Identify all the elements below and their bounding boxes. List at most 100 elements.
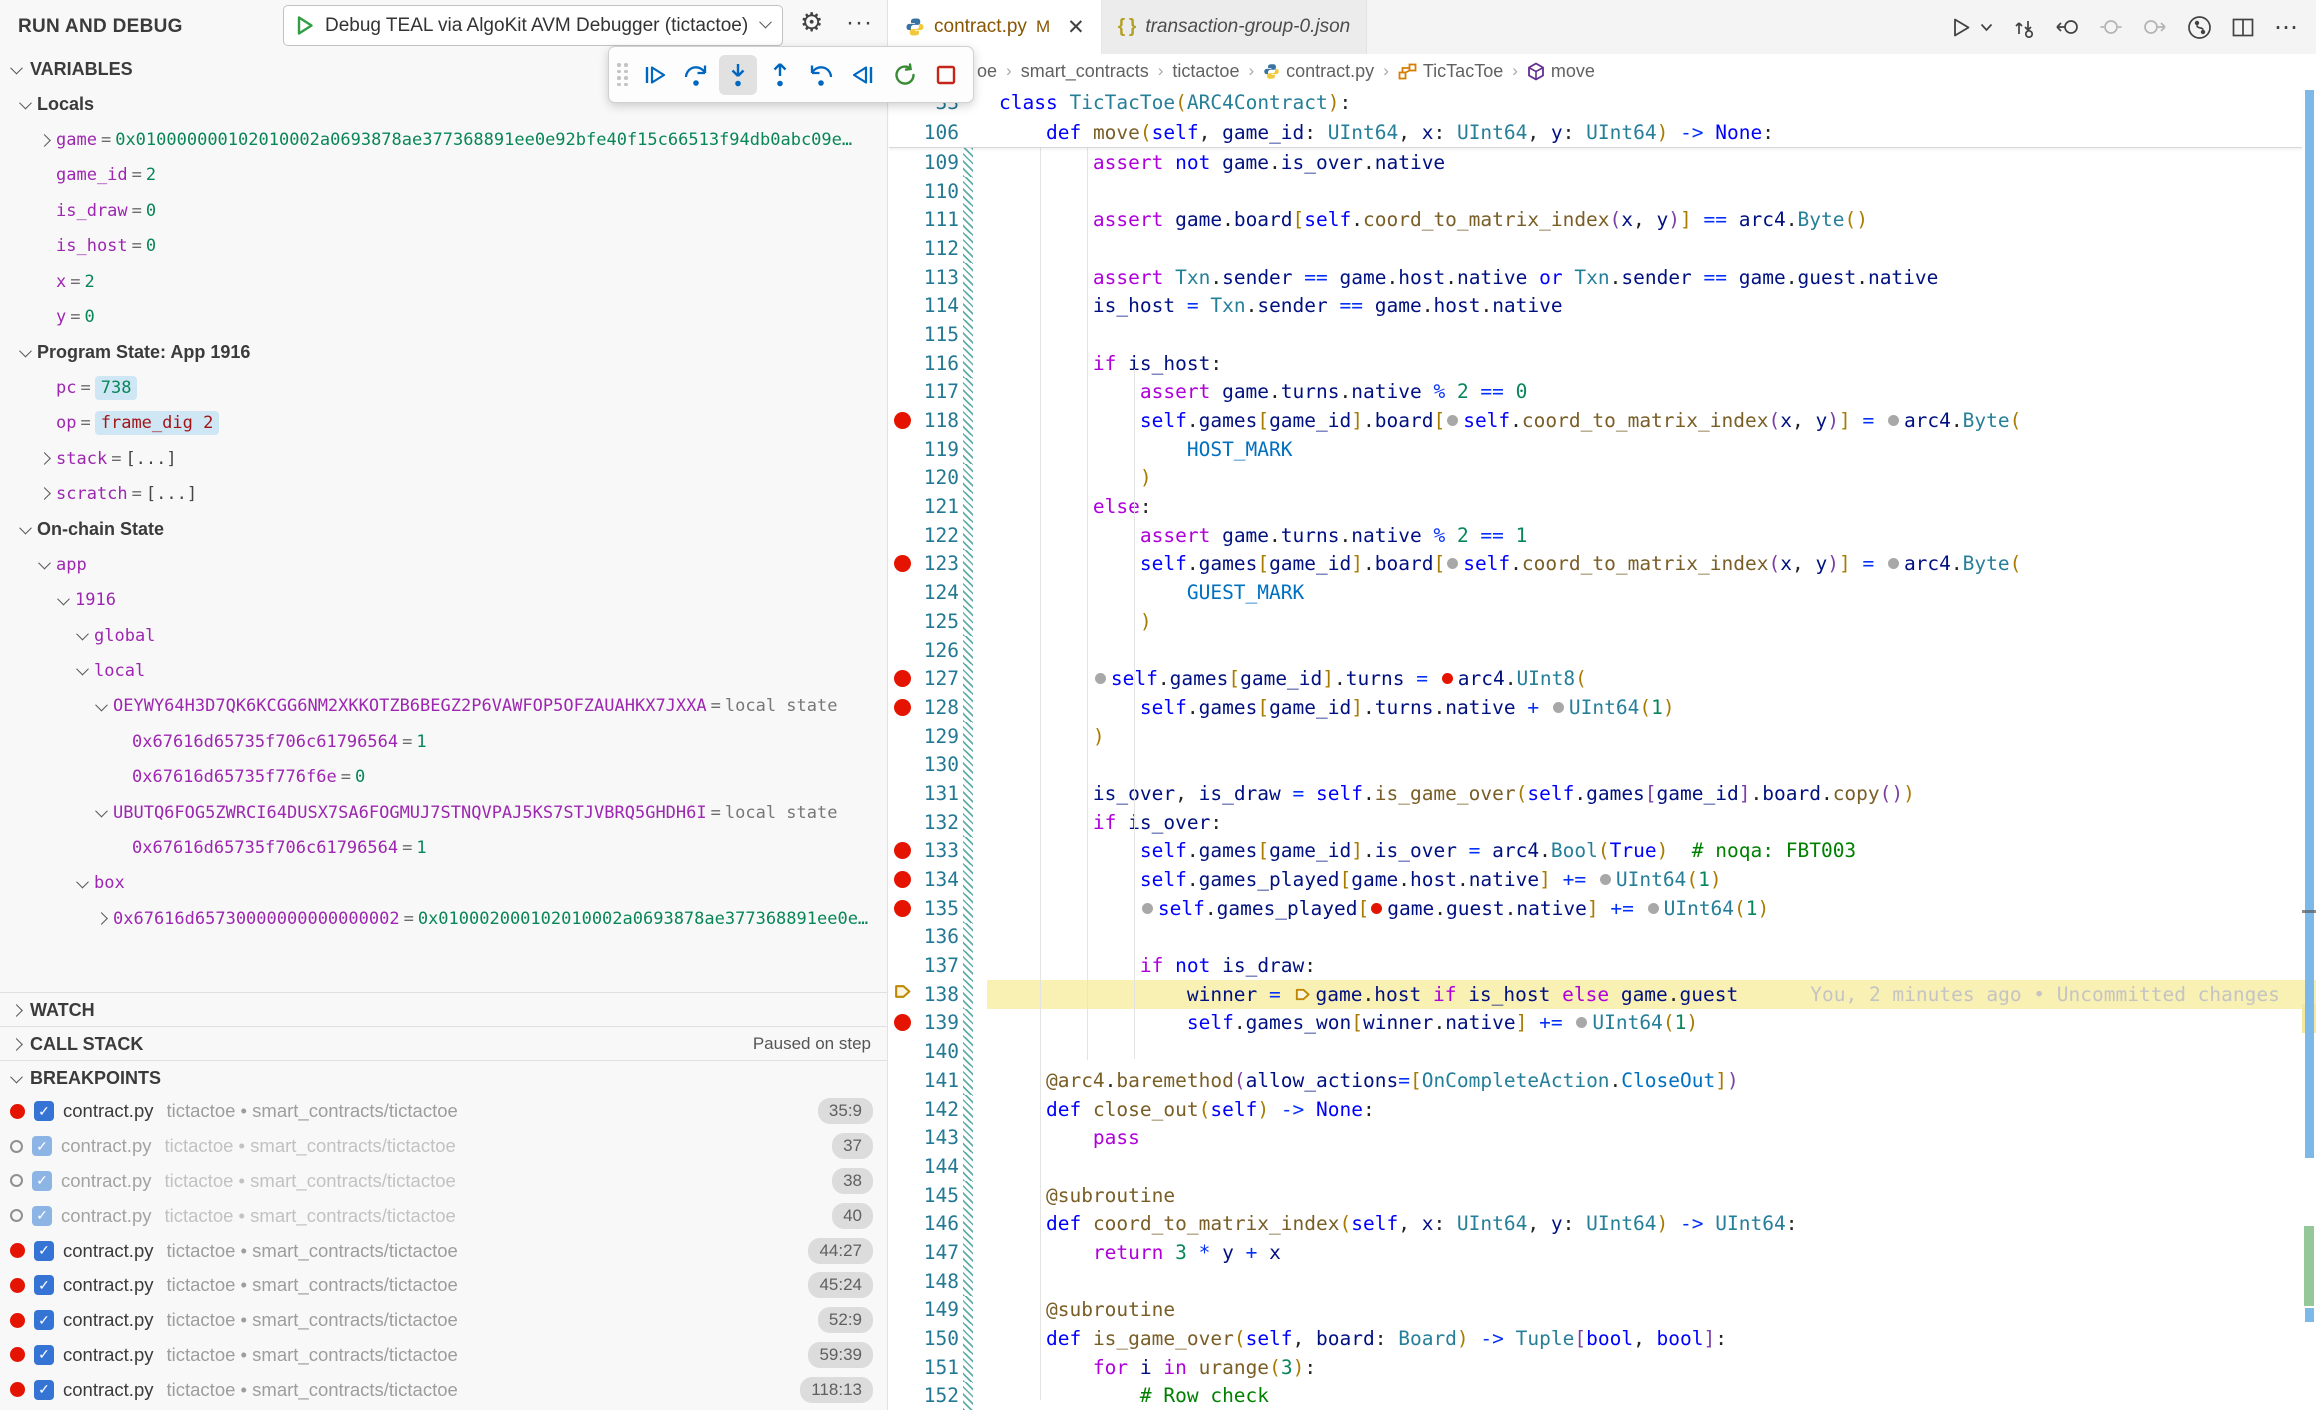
call-stack-section-header[interactable]: CALL STACK Paused on step xyxy=(0,1026,887,1061)
breakpoint-row[interactable]: ✓contract.pytictactoe • smart_contracts/… xyxy=(0,1338,887,1373)
step-out-button[interactable] xyxy=(761,55,799,95)
variable-row[interactable]: pc=738 xyxy=(0,370,887,405)
continue-button[interactable] xyxy=(636,55,674,95)
watch-section-header[interactable]: WATCH xyxy=(0,992,887,1027)
breakpoint-checkbox[interactable]: ✓ xyxy=(34,1380,54,1400)
code-text[interactable]: self.games_played[game.host.native] += U… xyxy=(987,865,2316,894)
code-text[interactable]: ) xyxy=(987,464,2316,493)
stop-button[interactable] xyxy=(927,55,965,95)
breakpoint-row[interactable]: ✓contract.pytictactoe • smart_contracts/… xyxy=(0,1198,887,1233)
breakpoint-gutter[interactable] xyxy=(889,982,915,1006)
code-text[interactable]: pass xyxy=(987,1123,2316,1152)
variable-row[interactable]: UBUTQ6FOG5ZWRCI64DUSX7SA6FOGMUJ7STNQVPAJ… xyxy=(0,795,887,830)
variable-row[interactable]: y=0 xyxy=(0,299,887,334)
variable-row[interactable]: is_draw=0 xyxy=(0,193,887,228)
breakpoint-checkbox[interactable]: ✓ xyxy=(34,1310,54,1330)
variables-group-header[interactable]: Program State: App 1916 xyxy=(0,335,887,370)
debug-config-dropdown[interactable]: Debug TEAL via AlgoKit AVM Debugger (tic… xyxy=(283,5,783,46)
code-text[interactable]: assert game.turns.native % 2 == 1 xyxy=(987,521,2316,550)
code-text[interactable]: if is_host: xyxy=(987,349,2316,378)
variable-row[interactable]: 0x67616d65730000000000000002=0x010002000… xyxy=(0,901,887,936)
code-text[interactable]: def close_out(self) -> None: xyxy=(987,1095,2316,1124)
code-text[interactable]: self.games[game_id].turns = arc4.UInt8( xyxy=(987,664,2316,693)
code-text[interactable]: @arc4.baremethod(allow_actions=[OnComple… xyxy=(987,1066,2316,1095)
code-text[interactable] xyxy=(987,636,2316,665)
open-changes-icon[interactable] xyxy=(2013,16,2035,39)
code-text[interactable]: is_over, is_draw = self.is_game_over(sel… xyxy=(987,779,2316,808)
restart-button[interactable] xyxy=(886,55,924,95)
code-text[interactable] xyxy=(987,320,2316,349)
code-text[interactable] xyxy=(987,750,2316,779)
code-text[interactable]: # Row check xyxy=(987,1382,2316,1410)
breakpoint-gutter[interactable] xyxy=(889,900,915,917)
code-text[interactable]: assert game.turns.native % 2 == 0 xyxy=(987,378,2316,407)
code-text[interactable]: self.games_played[game.guest.native] += … xyxy=(987,894,2316,923)
code-text[interactable]: for i in urange(3): xyxy=(987,1353,2316,1382)
code-text[interactable]: self.games[game_id].board[self.coord_to_… xyxy=(987,550,2316,579)
code-text[interactable]: is_host = Txn.sender == game.host.native xyxy=(987,291,2316,320)
code-text[interactable]: @subroutine xyxy=(987,1296,2316,1325)
variable-row[interactable]: 0x67616d65735f706c61796564=1 xyxy=(0,724,887,759)
breakpoint-checkbox[interactable]: ✓ xyxy=(32,1136,52,1156)
code-text[interactable]: assert Txn.sender == game.host.native or… xyxy=(987,263,2316,292)
code-text[interactable]: else: xyxy=(987,492,2316,521)
breadcrumb-item-tictactoe[interactable]: TicTacToe xyxy=(1398,61,1503,82)
code-editor[interactable]: 109 assert not game.is_over.native110111… xyxy=(889,148,2316,1410)
more-actions-icon[interactable]: ··· xyxy=(846,9,873,37)
variable-row[interactable]: 1916 xyxy=(0,582,887,617)
breakpoint-row[interactable]: ✓contract.pytictactoe • smart_contracts/… xyxy=(0,1268,887,1303)
variable-row[interactable]: is_host=0 xyxy=(0,229,887,264)
code-text[interactable]: GUEST_MARK xyxy=(987,578,2316,607)
code-text[interactable]: self.games[game_id].is_over = arc4.Bool(… xyxy=(987,837,2316,866)
breakpoint-gutter[interactable] xyxy=(889,670,915,687)
run-python-file-button[interactable] xyxy=(1951,17,1972,38)
step-back-button[interactable] xyxy=(803,55,841,95)
step-into-button[interactable] xyxy=(719,55,757,95)
breakpoint-checkbox[interactable]: ✓ xyxy=(32,1171,52,1191)
breadcrumb-item-smart-contracts[interactable]: smart_contracts xyxy=(1021,61,1149,82)
breakpoint-row[interactable]: ✓contract.pytictactoe • smart_contracts/… xyxy=(0,1094,887,1129)
code-text[interactable]: def is_game_over(self, board: Board) -> … xyxy=(987,1324,2316,1353)
split-editor-button[interactable] xyxy=(2232,18,2254,37)
code-text[interactable]: HOST_MARK xyxy=(987,435,2316,464)
code-text[interactable]: return 3 * y + x xyxy=(987,1238,2316,1267)
code-text[interactable]: self.games_won[winner.native] += UInt64(… xyxy=(987,1009,2316,1038)
variable-row[interactable]: box xyxy=(0,866,887,901)
breakpoint-row[interactable]: ✓contract.pytictactoe • smart_contracts/… xyxy=(0,1372,887,1407)
breakpoint-gutter[interactable] xyxy=(889,555,915,572)
variable-row[interactable]: 0x67616d65735f776f6e=0 xyxy=(0,759,887,794)
breakpoint-gutter[interactable] xyxy=(889,1014,915,1031)
breadcrumb-item-contract-py[interactable]: contract.py xyxy=(1263,61,1374,82)
variable-row[interactable]: global xyxy=(0,618,887,653)
variable-row[interactable]: x=2 xyxy=(0,264,887,299)
breakpoint-checkbox[interactable]: ✓ xyxy=(32,1206,52,1226)
variable-row[interactable]: local xyxy=(0,653,887,688)
code-text[interactable] xyxy=(987,234,2316,263)
variable-row[interactable]: op=frame_dig 2 xyxy=(0,406,887,441)
breakpoint-row[interactable]: ✓contract.pytictactoe • smart_contracts/… xyxy=(0,1233,887,1268)
variable-row[interactable]: scratch=[...] xyxy=(0,476,887,511)
code-text[interactable] xyxy=(987,177,2316,206)
breakpoint-checkbox[interactable]: ✓ xyxy=(34,1275,54,1295)
gear-icon[interactable]: ⚙ xyxy=(800,7,823,38)
code-text[interactable] xyxy=(987,923,2316,952)
breakpoint-gutter[interactable] xyxy=(889,412,915,429)
breakpoint-gutter[interactable] xyxy=(889,842,915,859)
variable-row[interactable]: app xyxy=(0,547,887,582)
variable-row[interactable]: game=0x010000000102010002a0693878ae37736… xyxy=(0,122,887,157)
code-text[interactable]: assert not game.is_over.native xyxy=(987,148,2316,177)
previous-change-icon[interactable] xyxy=(2055,18,2080,36)
current-change-icon[interactable] xyxy=(2100,18,2122,36)
code-text[interactable]: if is_over: xyxy=(987,808,2316,837)
code-text[interactable]: if not is_draw: xyxy=(987,951,2316,980)
breakpoint-gutter[interactable] xyxy=(889,699,915,716)
code-text[interactable] xyxy=(987,1267,2316,1296)
code-text[interactable]: def coord_to_matrix_index(self, x: UInt6… xyxy=(987,1209,2316,1238)
code-text[interactable]: self.games[game_id].turns.native + UInt6… xyxy=(987,693,2316,722)
code-text[interactable]: def move(self, game_id: UInt64, x: UInt6… xyxy=(987,118,2302,148)
code-text[interactable]: assert game.board[self.coord_to_matrix_i… xyxy=(987,205,2316,234)
variable-row[interactable]: game_id=2 xyxy=(0,158,887,193)
breakpoint-row[interactable]: ✓contract.pytictactoe • smart_contracts/… xyxy=(0,1303,887,1338)
step-over-button[interactable] xyxy=(678,55,716,95)
variable-row[interactable]: stack=[...] xyxy=(0,441,887,476)
